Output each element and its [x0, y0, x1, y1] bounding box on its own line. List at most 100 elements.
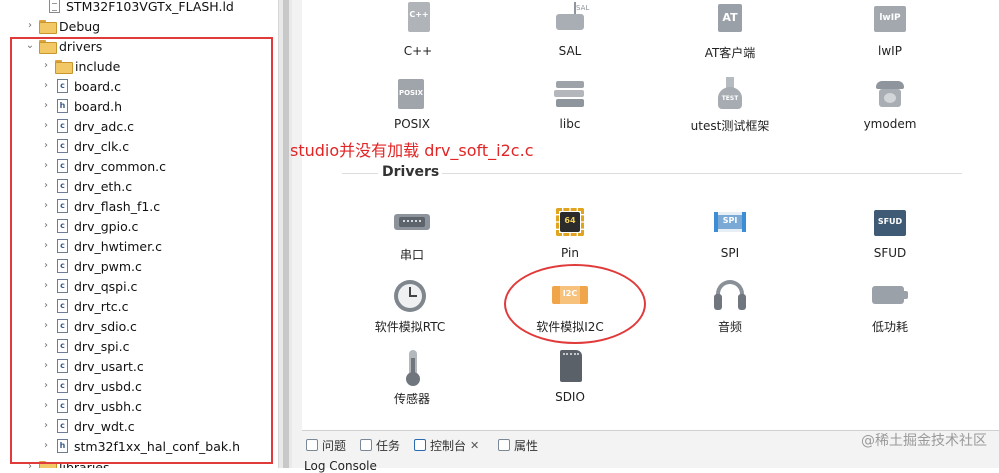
c-file-icon: c — [57, 119, 68, 133]
c-file-icon: c — [57, 319, 68, 333]
tree-item-file[interactable]: › c drv_gpio.c — [0, 216, 278, 236]
component-low-power[interactable]: 低功耗 — [830, 278, 950, 335]
c-file-icon: c — [57, 219, 68, 233]
chevron-right-icon[interactable]: › — [24, 461, 36, 468]
tree-item-label: drv_gpio.c — [74, 218, 139, 234]
component-serial[interactable]: 串口 — [352, 206, 472, 263]
chevron-right-icon[interactable]: › — [40, 420, 52, 432]
tree-item-linker-script[interactable]: STM32F103VGTx_FLASH.ld — [0, 0, 278, 16]
chevron-right-icon[interactable]: › — [40, 360, 52, 372]
component-spi[interactable]: SPI SPI — [670, 206, 790, 260]
tree-item-debug[interactable]: › Debug — [0, 16, 278, 36]
tab-problems[interactable]: 问题 — [306, 435, 346, 455]
component-sal[interactable]: SAL SAL — [510, 2, 630, 58]
chevron-right-icon[interactable]: › — [40, 300, 52, 312]
pin-chip-icon: 64 — [552, 206, 588, 242]
tree-item-include[interactable]: › include — [0, 56, 278, 76]
chevron-right-icon[interactable]: › — [40, 60, 52, 72]
tree-item-file[interactable]: › c drv_hwtimer.c — [0, 236, 278, 256]
component-soft-rtc[interactable]: 软件模拟RTC — [350, 278, 470, 335]
close-icon[interactable]: ✕ — [470, 439, 479, 452]
tree-item-file[interactable]: › c drv_spi.c — [0, 336, 278, 356]
chevron-right-icon[interactable]: › — [40, 240, 52, 252]
tree-item-file[interactable]: › c drv_sdio.c — [0, 316, 278, 336]
folder-icon — [39, 20, 57, 34]
tree-item-file[interactable]: › h board.h — [0, 96, 278, 116]
component-label: SPI — [720, 246, 740, 260]
at-client-icon: AT — [712, 4, 748, 40]
component-utest[interactable]: TEST utest测试框架 — [670, 77, 790, 134]
tree-item-file[interactable]: › c drv_usbd.c — [0, 376, 278, 396]
chevron-right-icon[interactable]: › — [40, 340, 52, 352]
chevron-right-icon[interactable]: › — [40, 160, 52, 172]
headphones-icon — [712, 278, 748, 314]
tree-item-file[interactable]: › c drv_pwm.c — [0, 256, 278, 276]
tree-item-label: drv_hwtimer.c — [74, 238, 162, 254]
tree-item-label: Debug — [59, 18, 101, 34]
component-soft-i2c[interactable]: I2C 软件模拟I2C — [510, 278, 630, 335]
tree-item-label: drv_usbh.c — [74, 398, 142, 414]
panel-splitter[interactable] — [278, 0, 292, 468]
chevron-right-icon[interactable]: › — [40, 260, 52, 272]
chevron-right-icon[interactable]: › — [40, 220, 52, 232]
tab-properties[interactable]: 属性 — [498, 435, 538, 455]
chevron-right-icon[interactable]: › — [40, 140, 52, 152]
tree-item-label: drv_qspi.c — [74, 278, 138, 294]
rtc-clock-icon — [392, 278, 428, 314]
component-sensor[interactable]: 传感器 — [352, 350, 472, 407]
chevron-right-icon[interactable]: › — [40, 400, 52, 412]
tab-label: 控制台 — [430, 438, 467, 453]
chevron-right-icon[interactable]: › — [40, 100, 52, 112]
component-sfud[interactable]: SFUD SFUD — [830, 206, 950, 260]
component-pin[interactable]: 64 Pin — [510, 206, 630, 260]
chevron-right-icon[interactable]: › — [40, 120, 52, 132]
chevron-right-icon[interactable]: › — [40, 180, 52, 192]
chevron-right-icon[interactable]: › — [40, 320, 52, 332]
tree-item-file[interactable]: › c drv_clk.c — [0, 136, 278, 156]
tree-item-file[interactable]: › c drv_wdt.c — [0, 416, 278, 436]
component-posix[interactable]: POSIX POSIX — [352, 77, 472, 131]
component-label: AT客户端 — [704, 46, 756, 60]
component-cpp[interactable]: C++ C++ — [358, 2, 478, 58]
tree-item-file[interactable]: › c drv_adc.c — [0, 116, 278, 136]
component-ymodem[interactable]: ymodem — [830, 77, 950, 131]
tree-item-file[interactable]: › c drv_eth.c — [0, 176, 278, 196]
posix-icon: POSIX — [394, 77, 430, 113]
tab-tasks[interactable]: 任务 — [360, 435, 400, 455]
component-lwip[interactable]: lwIP lwIP — [830, 4, 950, 58]
tab-console[interactable]: 控制台 ✕ — [414, 435, 479, 455]
i2c-icon: I2C — [552, 278, 588, 314]
tree-item-label: drv_wdt.c — [74, 418, 135, 434]
c-file-icon: c — [57, 79, 68, 93]
component-sdio[interactable]: SDIO — [510, 350, 630, 404]
tree-item-file[interactable]: › c board.c — [0, 76, 278, 96]
tree-item-file[interactable]: › h stm32f1xx_hal_conf_bak.h — [0, 436, 278, 456]
tree-item-label: drv_rtc.c — [74, 298, 129, 314]
tree-item-file[interactable]: › c drv_rtc.c — [0, 296, 278, 316]
component-at-client[interactable]: AT AT客户端 — [670, 4, 790, 61]
tree-item-file[interactable]: › c drv_usbh.c — [0, 396, 278, 416]
chevron-right-icon[interactable]: › — [40, 440, 52, 452]
tree-item-file[interactable]: › c drv_qspi.c — [0, 276, 278, 296]
component-audio[interactable]: 音频 — [670, 278, 790, 335]
chevron-right-icon[interactable]: › — [24, 20, 36, 32]
c-file-icon: c — [57, 299, 68, 313]
tree-item-drivers[interactable]: ⌄ drivers — [0, 36, 278, 56]
tree-item-libraries[interactable]: › libraries — [0, 457, 278, 468]
chevron-right-icon[interactable]: › — [40, 380, 52, 392]
tree-item-label: board.h — [74, 98, 122, 114]
component-libc[interactable]: libc — [510, 77, 630, 131]
c-file-icon: c — [57, 339, 68, 353]
folder-open-icon — [39, 40, 57, 54]
chevron-right-icon[interactable]: › — [40, 280, 52, 292]
tree-item-label: board.c — [74, 78, 121, 94]
tree-item-file[interactable]: › c drv_flash_f1.c — [0, 196, 278, 216]
c-file-icon: c — [57, 179, 68, 193]
c-file-icon: c — [57, 279, 68, 293]
chevron-down-icon[interactable]: ⌄ — [24, 40, 36, 52]
component-label: POSIX — [393, 117, 431, 131]
tree-item-file[interactable]: › c drv_usart.c — [0, 356, 278, 376]
chevron-right-icon[interactable]: › — [40, 200, 52, 212]
tree-item-file[interactable]: › c drv_common.c — [0, 156, 278, 176]
chevron-right-icon[interactable]: › — [40, 80, 52, 92]
